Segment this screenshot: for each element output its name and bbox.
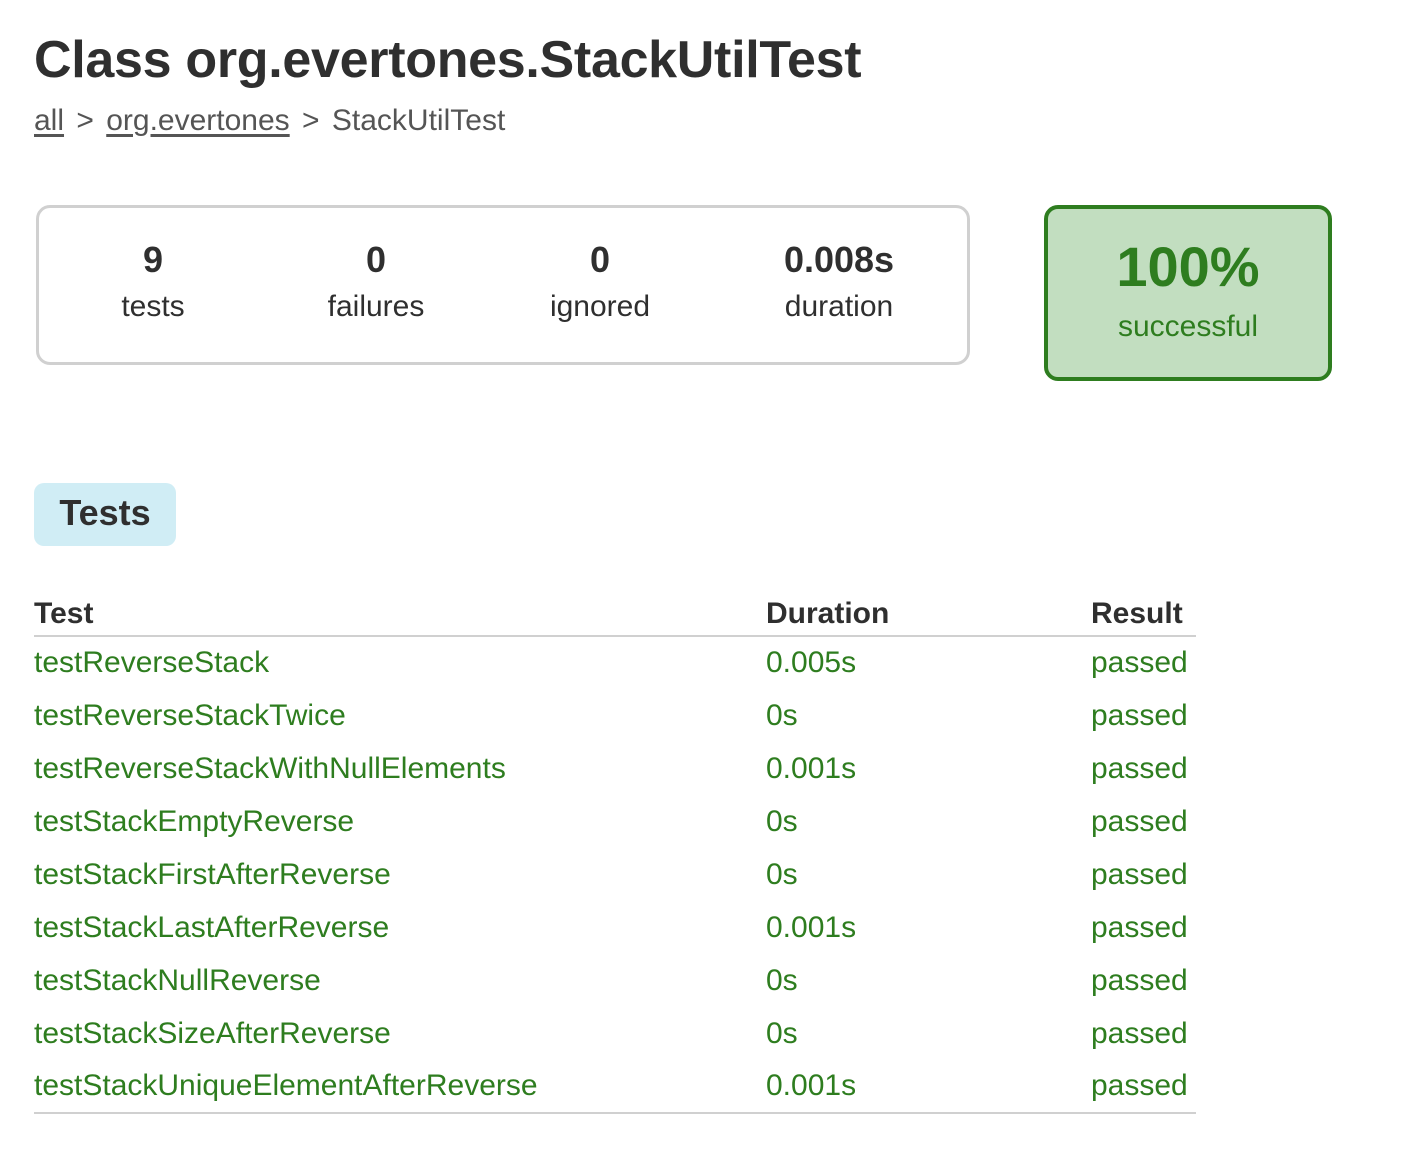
- test-name-cell: testReverseStackWithNullElements: [34, 751, 506, 785]
- breadcrumb-separator: >: [76, 104, 94, 137]
- breadcrumb-link-package[interactable]: org.evertones: [106, 104, 289, 137]
- column-header-test: Test: [34, 590, 766, 637]
- test-name-cell: testStackEmptyReverse: [34, 804, 355, 838]
- success-rate-value: 100%: [1116, 235, 1260, 298]
- test-duration-cell: 0s: [766, 963, 798, 997]
- page-title: Class org.evertones.StackUtilTest: [34, 31, 862, 89]
- stat-duration: 0.008s duration: [739, 238, 939, 332]
- test-name-cell: testStackSizeAfterReverse: [34, 1016, 391, 1050]
- stat-failures-label: failures: [327, 290, 425, 323]
- stat-failures: 0 failures: [276, 238, 476, 332]
- test-name-cell: testStackFirstAfterReverse: [34, 857, 391, 891]
- test-duration-cell: 0s: [766, 857, 798, 891]
- tests-table: Test Duration Result testReverseStack 0.…: [34, 590, 1196, 1114]
- breadcrumb-current: StackUtilTest: [331, 104, 506, 137]
- stat-ignored-value: 0: [589, 239, 611, 280]
- table-row: testStackFirstAfterReverse 0s passed: [34, 848, 1196, 901]
- summary-box: 9 tests 0 failures 0 ignored 0.008s dura…: [36, 205, 970, 365]
- test-duration-cell: 0.001s: [766, 910, 857, 944]
- test-name-cell: testReverseStack: [34, 646, 270, 679]
- test-name-cell: testStackLastAfterReverse: [34, 910, 390, 944]
- test-duration-cell: 0.001s: [766, 751, 857, 785]
- column-header-duration: Duration: [766, 590, 1091, 637]
- stat-ignored: 0 ignored: [500, 238, 700, 332]
- table-row: testStackEmptyReverse 0s passed: [34, 795, 1196, 848]
- stat-duration-label: duration: [784, 290, 894, 323]
- breadcrumb-link-all[interactable]: all: [34, 104, 64, 137]
- stat-failures-value: 0: [365, 239, 387, 280]
- test-result-cell: passed: [1091, 1060, 1196, 1114]
- stat-tests-label: tests: [121, 290, 185, 323]
- test-result-cell: passed: [1091, 857, 1188, 891]
- success-rate-label: successful: [1117, 310, 1259, 343]
- stat-tests-value: 9: [142, 239, 164, 280]
- table-row: testStackLastAfterReverse 0.001s passed: [34, 901, 1196, 954]
- stat-duration-value: 0.008s: [783, 239, 895, 280]
- test-result-cell: passed: [1091, 910, 1188, 944]
- test-duration-cell: 0s: [766, 804, 798, 838]
- test-name-cell: testStackNullReverse: [34, 963, 321, 997]
- breadcrumb: all > org.evertones > StackUtilTest: [34, 104, 505, 138]
- column-header-result: Result: [1091, 590, 1196, 637]
- success-rate-box: 100% successful: [1044, 205, 1332, 381]
- test-duration-cell: 0s: [766, 1016, 798, 1050]
- table-row: testStackSizeAfterReverse 0s passed: [34, 1007, 1196, 1060]
- table-header-row: Test Duration Result: [34, 590, 1196, 637]
- table-row: testStackUniqueElementAfterReverse 0.001…: [34, 1060, 1196, 1114]
- stat-ignored-label: ignored: [549, 290, 651, 323]
- test-result-cell: passed: [1091, 646, 1188, 679]
- test-result-cell: passed: [1091, 698, 1188, 732]
- test-result-cell: passed: [1091, 751, 1188, 785]
- test-result-cell: passed: [1091, 1016, 1188, 1050]
- stat-tests: 9 tests: [53, 238, 253, 332]
- test-duration-cell: 0.001s: [766, 1060, 1091, 1114]
- test-duration-cell: 0.005s: [766, 646, 857, 679]
- test-name-cell: testReverseStackTwice: [34, 698, 346, 732]
- test-duration-cell: 0s: [766, 698, 798, 732]
- table-row: testStackNullReverse 0s passed: [34, 954, 1196, 1007]
- breadcrumb-separator: >: [302, 104, 320, 137]
- test-result-cell: passed: [1091, 804, 1188, 838]
- test-name-cell: testStackUniqueElementAfterReverse: [34, 1060, 766, 1114]
- table-row: testReverseStackTwice 0s passed: [34, 689, 1196, 742]
- table-row: testReverseStackWithNullElements 0.001s …: [34, 742, 1196, 795]
- table-row: testReverseStack 0.005s passed: [34, 636, 1196, 689]
- tab-tests[interactable]: Tests: [34, 483, 176, 546]
- test-result-cell: passed: [1091, 963, 1188, 997]
